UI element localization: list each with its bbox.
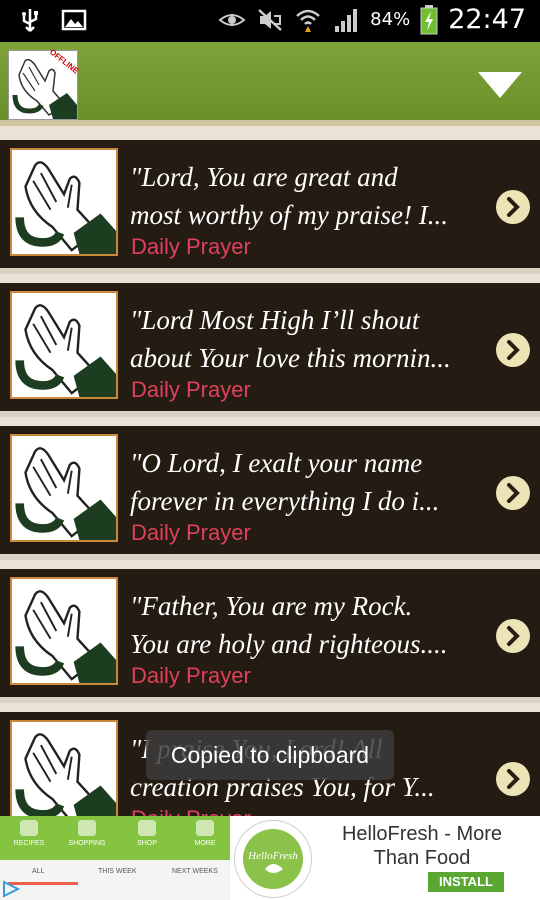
mute-icon [258, 8, 283, 31]
ad-banner[interactable]: RECIPES SHOPPING SHOP MORE ALL THIS WEEK… [0, 816, 540, 900]
logo-text: HelloFresh [247, 850, 298, 862]
praying-hands-icon [15, 161, 116, 254]
prayer-excerpt: "Father, You are my Rock. You are holy an… [130, 587, 488, 663]
open-prayer-button[interactable] [496, 333, 530, 367]
prayer-excerpt: "O Lord, I exalt your name forever in eve… [130, 444, 488, 520]
prayer-list-item[interactable]: "Lord Most High I’ll shout about Your lov… [0, 283, 540, 417]
app-header: OFFLINE [0, 42, 540, 126]
battery-charging-icon [420, 4, 438, 34]
signal-icon [335, 8, 358, 32]
ad-app-toolbar: RECIPES SHOPPING SHOP MORE [0, 816, 230, 860]
open-prayer-button[interactable] [496, 619, 530, 653]
ad-tab: SHOP [124, 820, 170, 847]
open-prayer-button[interactable] [496, 476, 530, 510]
prayer-thumbnail [10, 720, 118, 816]
dropdown-triangle-icon[interactable] [478, 70, 522, 100]
prayer-list-item[interactable]: "O Lord, I exalt your name forever in eve… [0, 426, 540, 560]
chevron-right-icon [507, 483, 520, 503]
ad-tab: RECIPES [6, 820, 52, 847]
prayer-thumbnail [10, 148, 118, 256]
leaf-icon: HelloFresh [243, 829, 303, 889]
prayer-line-2: forever in everything I do i... [130, 486, 440, 516]
prayer-excerpt: "Lord, You are great and most worthy of m… [130, 158, 488, 234]
prayer-list: "Lord, You are great and most worthy of m… [0, 136, 540, 816]
image-icon [61, 9, 87, 31]
chevron-right-icon [507, 197, 520, 217]
prayer-category: Daily Prayer [131, 234, 251, 259]
praying-hands-icon [15, 590, 116, 683]
prayer-thumbnail [10, 434, 118, 542]
prayer-excerpt: "Lord Most High I’ll shout about Your lov… [130, 301, 488, 377]
prayer-category: Daily Prayer [131, 663, 251, 688]
ad-tab: SHOPPING [64, 820, 110, 847]
usb-icon [22, 9, 38, 32]
status-bar: 84% 22:47 [0, 0, 540, 42]
prayer-list-item[interactable]: "Lord, You are great and most worthy of m… [0, 140, 540, 274]
prayer-list-item[interactable]: "Father, You are my Rock. You are holy an… [0, 569, 540, 703]
prayer-line-1: "O Lord, I exalt your name [130, 448, 423, 478]
prayer-line-1: "Lord Most High I’ll shout [130, 305, 420, 335]
prayer-line-1: "Lord, You are great and [130, 162, 398, 192]
battery-percent: 84% [370, 9, 411, 30]
ad-title[interactable]: HelloFresh - More Than Food [322, 822, 522, 870]
prayer-line-2: You are holy and righteous.... [130, 629, 448, 659]
clock: 22:47 [448, 4, 526, 35]
praying-hands-icon [15, 304, 116, 397]
chevron-right-icon [507, 626, 520, 646]
open-prayer-button[interactable] [496, 190, 530, 224]
ad-subtab: THIS WEEK [98, 868, 137, 875]
chevron-right-icon [507, 340, 520, 360]
chevron-right-icon [507, 769, 520, 789]
ad-subtab: ALL [32, 868, 45, 875]
eye-icon [218, 13, 246, 26]
prayer-category: Daily Prayer [131, 520, 251, 545]
prayer-category: Daily Prayer [131, 806, 251, 816]
open-prayer-button[interactable] [496, 762, 530, 796]
prayer-line-1: "Father, You are my Rock. [130, 591, 413, 621]
ad-subtab: NEXT WEEKS [172, 868, 218, 875]
wifi-icon [296, 9, 321, 32]
hellofresh-logo[interactable]: HelloFresh [234, 820, 312, 898]
praying-hands-icon [15, 733, 116, 816]
prayer-line-2: about Your love this mornin... [130, 343, 451, 373]
ad-app-screenshot[interactable]: RECIPES SHOPPING SHOP MORE ALL THIS WEEK… [0, 816, 230, 900]
ad-tab: MORE [182, 820, 228, 847]
praying-hands-icon [15, 447, 116, 540]
toast-message: Copied to clipboard [146, 730, 394, 780]
prayer-thumbnail [10, 577, 118, 685]
install-button[interactable]: INSTALL [428, 872, 504, 892]
prayer-category: Daily Prayer [131, 377, 251, 402]
prayer-thumbnail [10, 291, 118, 399]
adchoices-icon[interactable] [0, 878, 22, 900]
app-logo[interactable]: OFFLINE [8, 47, 80, 120]
prayer-line-2: most worthy of my praise! I... [130, 200, 448, 230]
